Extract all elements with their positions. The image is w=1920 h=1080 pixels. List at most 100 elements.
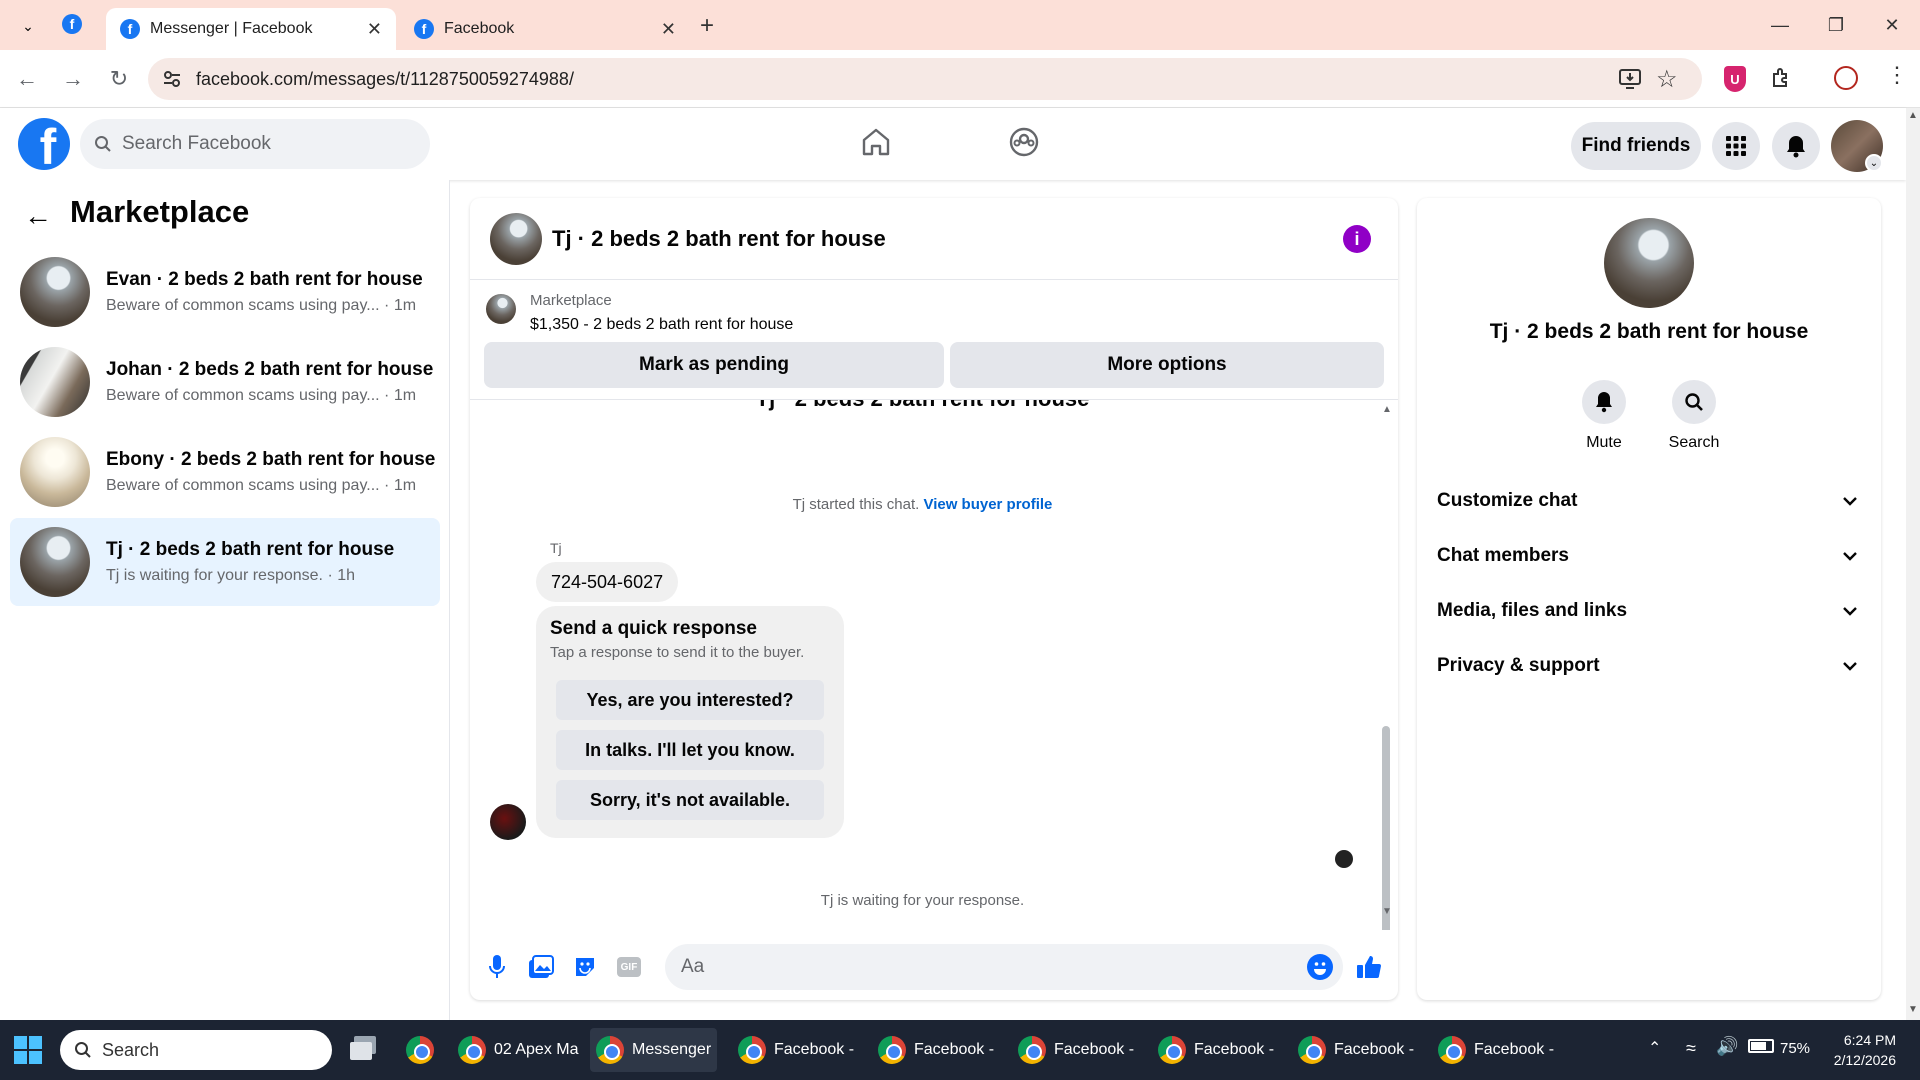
tab-search-chevron-icon[interactable]: ⌄ [14,12,42,40]
task-view-icon[interactable] [350,1036,378,1062]
taskbar-search-label: Search [102,1039,160,1060]
bookmark-star-icon[interactable]: ☆ [1656,65,1678,94]
chat-members-section[interactable]: Chat members [1437,535,1861,577]
mute-label: Mute [1586,434,1622,451]
search-input[interactable]: Search Facebook [80,119,430,169]
listing-thumbnail[interactable] [486,294,516,324]
emoji-icon[interactable] [1307,954,1333,980]
view-buyer-profile-link[interactable]: View buyer profile [923,496,1052,513]
privacy-support-section[interactable]: Privacy & support [1437,645,1861,687]
taskbar-app-messenger[interactable]: Messenger [590,1028,718,1072]
minimize-icon[interactable]: — [1752,0,1808,50]
taskbar-app-facebook-1[interactable]: Facebook - [732,1028,860,1072]
mark-as-pending-button[interactable]: Mark as pending [484,342,944,388]
taskbar-app-label: Messenger [632,1041,712,1058]
taskbar-app-facebook-4[interactable]: Facebook - [1152,1028,1280,1072]
thread-scrollbar-thumb[interactable] [1382,726,1390,930]
wifi-icon[interactable]: ≈ [1686,1038,1696,1059]
tab-facebook[interactable]: f Facebook ✕ [400,8,690,50]
groups-icon[interactable] [1008,126,1040,158]
section-label: Media, files and links [1437,600,1628,621]
mute-button[interactable]: Mute [1559,380,1649,452]
taskbar-app-label: Facebook - [914,1041,995,1058]
extensions-icon[interactable] [1770,66,1794,90]
restore-icon[interactable]: ❐ [1808,0,1864,50]
site-settings-icon[interactable] [162,69,182,89]
taskbar-app-facebook-2[interactable]: Facebook - [872,1028,1000,1072]
show-hidden-icons-chevron-icon[interactable]: ⌃ [1648,1038,1661,1058]
conversation-item-ebony[interactable]: Ebony · 2 beds 2 bath rent for house Bew… [10,428,440,516]
account-chevron-icon[interactable]: ⌄ [1865,154,1883,172]
scroll-up-icon[interactable]: ▲ [1908,110,1918,121]
info-avatar[interactable] [1604,218,1694,308]
thread-scroll-down-icon[interactable]: ▼ [1382,906,1392,917]
conversation-snippet: Beware of common scams using pay... [106,297,380,314]
taskbar-app-facebook-5[interactable]: Facebook - [1292,1028,1420,1072]
back-arrow-icon[interactable]: ← [24,200,52,232]
taskbar-app-facebook-6[interactable]: Facebook - [1432,1028,1560,1072]
tab-label: Facebook [444,20,515,37]
back-icon[interactable]: ← [12,64,42,94]
address-bar[interactable]: facebook.com/messages/t/1128750059274988… [148,58,1702,100]
search-in-chat-button[interactable]: Search [1649,380,1739,452]
quick-reply-yes-button[interactable]: Yes, are you interested? [556,680,824,720]
volume-icon[interactable]: 🔊 [1716,1036,1738,1057]
windows-start-icon[interactable] [14,1036,42,1064]
install-app-icon[interactable] [1618,68,1642,90]
conversation-title: Ebony · 2 beds 2 bath rent for house [106,449,436,470]
taskbar-search[interactable]: Search [60,1030,332,1070]
photo-icon[interactable] [526,952,556,982]
chrome-taskbar-icon[interactable] [400,1028,440,1072]
chat-started-notice: Tj started this chat. View buyer profile [470,496,1375,513]
forward-icon[interactable]: → [58,64,88,94]
message-bubble[interactable]: 724-504-6027 [536,562,679,602]
sticker-icon[interactable] [570,952,600,982]
conversation-time: · 1m [384,297,417,314]
taskbar-app-facebook-3[interactable]: Facebook - [1012,1028,1140,1072]
chrome-menu-icon[interactable]: ⋮ [1886,62,1908,88]
ublock-extension-icon[interactable]: U [1724,66,1746,92]
page-scrollbar[interactable]: ▲ ▼ [1906,108,1920,1020]
thumbs-up-icon[interactable] [1354,952,1384,982]
conversation-item-evan[interactable]: Evan · 2 beds 2 bath rent for house Bewa… [10,248,440,336]
close-tab-icon[interactable]: ✕ [367,19,382,40]
conversation-item-johan[interactable]: Johan · 2 beds 2 bath rent for house Bew… [10,338,440,426]
conversation-sidebar: ← Marketplace Evan · 2 beds 2 bath rent … [0,180,450,1020]
search-label: Search [1668,434,1720,451]
facebook-logo[interactable]: f [18,118,70,170]
scroll-down-icon[interactable]: ▼ [1908,1004,1918,1015]
media-files-links-section[interactable]: Media, files and links [1437,590,1861,632]
facebook-pinned-tab-icon[interactable]: f [62,14,82,34]
tab-messenger[interactable]: f Messenger | Facebook ✕ [106,8,396,50]
message-input[interactable]: Aa [665,944,1343,990]
conversation-info-icon[interactable]: i [1343,225,1371,253]
microphone-icon[interactable] [482,952,512,982]
profile-icon[interactable] [1834,66,1858,90]
account-avatar[interactable]: ⌄ [1831,120,1883,172]
thread-scroll-up-icon[interactable]: ▲ [1382,404,1392,415]
reload-icon[interactable]: ↻ [104,64,134,94]
conversation-title: Tj · 2 beds 2 bath rent for house [106,539,395,560]
close-tab-icon[interactable]: ✕ [661,19,676,40]
chat-avatar[interactable] [490,212,542,265]
conversation-item-tj[interactable]: Tj · 2 beds 2 bath rent for house Tj is … [10,518,440,606]
notifications-bell-icon[interactable] [1772,122,1820,170]
listing-price[interactable]: $1,350 - 2 beds 2 bath rent for house [530,316,793,334]
home-icon[interactable] [860,126,892,158]
new-tab-icon[interactable]: + [700,12,714,40]
listing-thumbnail [20,527,90,597]
menu-grid-icon[interactable] [1712,122,1760,170]
quick-reply-not-available-button[interactable]: Sorry, it's not available. [556,780,824,820]
more-options-button[interactable]: More options [950,342,1384,388]
taskbar-app-apex[interactable]: 02 Apex Ma [452,1028,585,1072]
chat-title[interactable]: Tj · 2 beds 2 bath rent for house [552,226,886,252]
conversation-info-panel: Tj · 2 beds 2 bath rent for house Mute S… [1417,198,1881,1000]
quick-reply-in-talks-button[interactable]: In talks. I'll let you know. [556,730,824,770]
find-friends-button[interactable]: Find friends [1571,122,1701,170]
system-clock[interactable]: 6:24 PM 2/12/2026 [1834,1030,1896,1070]
window-close-icon[interactable]: ✕ [1864,0,1920,50]
sender-avatar[interactable] [490,804,526,840]
customize-chat-section[interactable]: Customize chat [1437,480,1861,522]
battery-icon[interactable] [1748,1039,1774,1053]
gif-icon[interactable]: GIF [614,952,644,982]
